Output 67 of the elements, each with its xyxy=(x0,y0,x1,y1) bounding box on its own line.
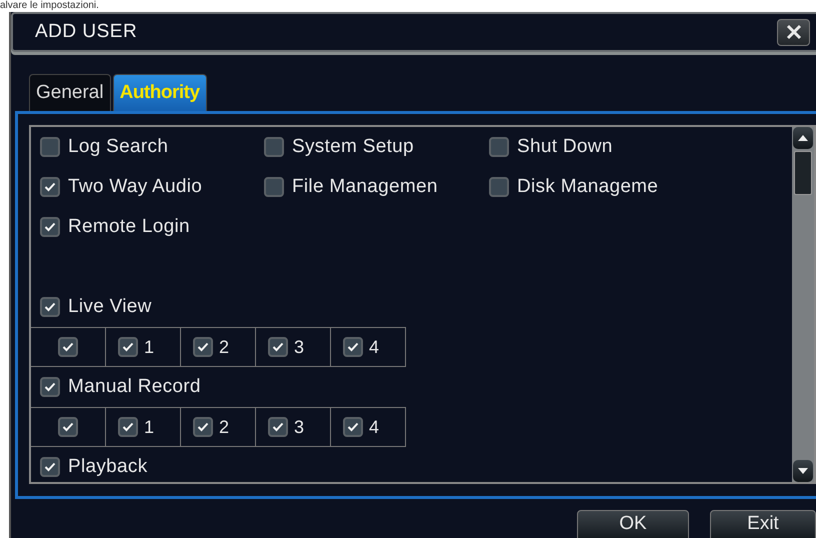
channel-number: 4 xyxy=(368,336,379,358)
scroll-thumb[interactable] xyxy=(794,151,812,195)
window-title: ADD USER xyxy=(35,21,138,43)
checkbox[interactable] xyxy=(118,417,138,437)
caption-text: alvare le impostazioni. xyxy=(0,0,99,12)
dialog-button[interactable]: Exit xyxy=(710,510,816,538)
checkbox[interactable] xyxy=(40,377,60,397)
permission-label: Log Search xyxy=(68,136,168,158)
close-icon xyxy=(784,24,802,40)
check-icon xyxy=(44,222,56,232)
permission-label: Live View xyxy=(68,296,152,318)
tab[interactable]: Authority xyxy=(112,74,207,111)
checkbox[interactable] xyxy=(40,137,60,157)
permission-label: Shut Down xyxy=(517,136,613,158)
dialog-button[interactable]: OK xyxy=(577,510,689,538)
check-icon xyxy=(44,182,56,192)
check-icon xyxy=(44,382,56,392)
channel-number: 1 xyxy=(144,416,154,438)
check-icon xyxy=(44,462,56,472)
checkbox[interactable] xyxy=(118,337,138,357)
check-icon xyxy=(272,422,284,432)
check-icon xyxy=(196,342,209,352)
close-button[interactable] xyxy=(777,18,810,46)
checkbox[interactable] xyxy=(40,177,60,197)
channel-number: 1 xyxy=(144,336,154,358)
tab[interactable]: General xyxy=(29,74,111,111)
scrollbar[interactable] xyxy=(792,127,814,482)
checkbox[interactable] xyxy=(192,337,213,357)
permission-label: System Setup xyxy=(292,136,414,158)
channel-number: 2 xyxy=(218,336,229,358)
check-icon xyxy=(62,342,74,352)
checkbox[interactable] xyxy=(268,417,288,437)
scroll-down-button[interactable] xyxy=(793,460,813,482)
check-icon xyxy=(346,422,359,432)
channel-number: 4 xyxy=(368,416,379,438)
check-icon xyxy=(62,422,74,432)
permission-label: Manual Record xyxy=(68,376,201,398)
scroll-up-button[interactable] xyxy=(793,127,813,149)
checkbox[interactable] xyxy=(58,337,78,357)
checkbox[interactable] xyxy=(489,137,509,157)
channel-number: 3 xyxy=(294,416,304,438)
check-icon xyxy=(44,302,56,312)
check-icon xyxy=(346,342,359,352)
checkbox[interactable] xyxy=(342,417,363,437)
checkbox[interactable] xyxy=(40,457,60,477)
check-icon xyxy=(122,422,134,432)
checkbox[interactable] xyxy=(342,337,363,357)
up-triangle-icon xyxy=(797,134,809,142)
checkbox[interactable] xyxy=(264,137,284,157)
channel-number: 2 xyxy=(218,416,229,438)
permission-label: Two Way Audio xyxy=(68,176,202,198)
permission-label: Playback xyxy=(68,456,148,478)
checkbox[interactable] xyxy=(40,297,60,317)
checkbox[interactable] xyxy=(40,217,60,237)
check-icon xyxy=(272,342,284,352)
permission-label: Disk Manageme xyxy=(517,176,658,198)
down-triangle-icon xyxy=(797,467,809,475)
channel-number: 3 xyxy=(294,336,304,358)
checkbox[interactable] xyxy=(58,417,78,437)
checkbox[interactable] xyxy=(268,337,288,357)
checkbox[interactable] xyxy=(264,177,284,197)
permission-label: File Managemen xyxy=(292,176,438,198)
checkbox[interactable] xyxy=(192,417,213,437)
checkbox[interactable] xyxy=(489,177,509,197)
check-icon xyxy=(122,342,134,352)
permission-label: Remote Login xyxy=(68,216,190,238)
check-icon xyxy=(196,422,209,432)
